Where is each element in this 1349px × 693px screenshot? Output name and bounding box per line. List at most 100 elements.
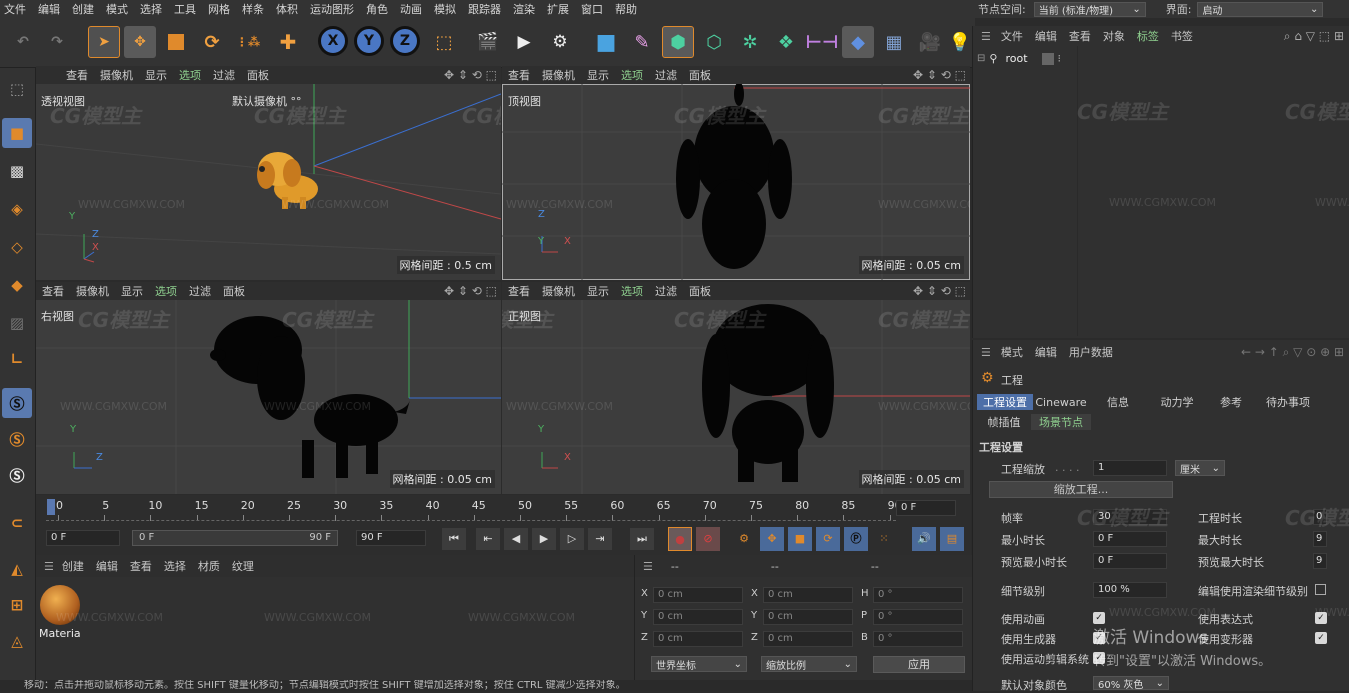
transform-icon[interactable]: ✚: [272, 26, 304, 58]
vp-menu-view[interactable]: 查看: [502, 67, 536, 83]
size-field[interactable]: 0 cm: [763, 587, 853, 603]
preview-max-field[interactable]: 9: [1313, 553, 1327, 569]
vp-menu-view[interactable]: 查看: [502, 283, 536, 299]
axis-z-button[interactable]: Z: [390, 26, 420, 56]
start-frame-field[interactable]: 0 F: [46, 530, 120, 546]
points-mode-icon[interactable]: ◈: [2, 194, 32, 224]
interface-select[interactable]: 启动 ⌄: [1197, 1, 1324, 17]
vp-menu-panel[interactable]: 面板: [241, 67, 275, 83]
redo-icon[interactable]: ↷: [40, 26, 74, 58]
mat-menu-create[interactable]: 创建: [62, 558, 84, 574]
end-frame-field[interactable]: 90 F: [356, 530, 426, 546]
project-scale-field[interactable]: 1: [1093, 460, 1167, 476]
workplane-icon[interactable]: ◭: [2, 554, 32, 584]
position-field[interactable]: 0 cm: [653, 631, 743, 647]
menu-item[interactable]: 扩展: [541, 1, 575, 17]
scale-unit-select[interactable]: 厘米 ⌄: [1175, 460, 1225, 476]
current-frame-field[interactable]: 0 F: [896, 500, 956, 516]
key-move-icon[interactable]: ✥: [760, 527, 784, 551]
key-pla-icon[interactable]: ⁙: [872, 527, 896, 551]
menu-item[interactable]: 网格: [202, 1, 236, 17]
viewport-nav-icons[interactable]: ✥ ⇕ ⟲ ⬚: [444, 284, 497, 298]
lock-workplane-icon[interactable]: ⊞: [2, 590, 32, 620]
tab-info[interactable]: 信息: [1093, 394, 1143, 410]
tab-frame-interpolation[interactable]: 帧插值: [981, 414, 1027, 430]
hamburger-icon[interactable]: ☰: [643, 560, 653, 573]
camera-icon[interactable]: 🎥: [914, 26, 946, 58]
record-icon[interactable]: ●: [668, 527, 692, 551]
next-key-icon[interactable]: ⇥: [588, 528, 612, 550]
vp-menu-display[interactable]: 显示: [139, 67, 173, 83]
array-icon[interactable]: ❖: [770, 26, 802, 58]
undo-icon[interactable]: ↶: [6, 26, 40, 58]
attr-menu-userdata[interactable]: 用户数据: [1069, 344, 1113, 360]
polygons-mode-icon[interactable]: ◆: [2, 270, 32, 300]
size-field[interactable]: 0 cm: [763, 609, 853, 625]
planar-workplane-icon[interactable]: ◬: [2, 626, 32, 656]
size-field[interactable]: 0 cm: [763, 631, 853, 647]
obj-menu-view[interactable]: 查看: [1069, 28, 1091, 44]
vp-menu-camera[interactable]: 摄像机: [536, 67, 581, 83]
tab-cineware[interactable]: Cineware: [1035, 394, 1087, 410]
render-settings-icon[interactable]: ⚙: [544, 26, 576, 58]
vp-menu-display[interactable]: 显示: [115, 283, 149, 299]
obj-menu-object[interactable]: 对象: [1103, 28, 1125, 44]
lod-field[interactable]: 100 %: [1093, 582, 1167, 598]
mat-menu-select[interactable]: 选择: [164, 558, 186, 574]
scale-project-button[interactable]: 缩放工程...: [989, 481, 1173, 498]
make-editable-icon[interactable]: ⬚: [2, 74, 32, 104]
menu-item[interactable]: 文件: [0, 1, 32, 17]
obj-menu-bookmarks[interactable]: 书签: [1171, 28, 1193, 44]
snap-s2-icon[interactable]: Ⓢ: [2, 424, 32, 454]
viewport-nav-icons[interactable]: ✥ ⇕ ⟲ ⬚: [444, 68, 497, 82]
vp-menu-options[interactable]: 选项: [173, 67, 207, 83]
move-icon[interactable]: ✥: [124, 26, 156, 58]
vp-menu-view[interactable]: 查看: [36, 67, 94, 83]
obj-menu-file[interactable]: 文件: [1001, 28, 1023, 44]
attr-menu-mode[interactable]: 模式: [1001, 344, 1023, 360]
vp-menu-panel[interactable]: 面板: [683, 283, 717, 299]
vp-menu-panel[interactable]: 面板: [217, 283, 251, 299]
expand-icon[interactable]: ⊟: [977, 53, 985, 64]
menu-item[interactable]: 选择: [134, 1, 168, 17]
scale-icon[interactable]: [160, 26, 192, 58]
floor-icon[interactable]: ▦: [878, 26, 910, 58]
vp-menu-options[interactable]: 选项: [615, 67, 649, 83]
hamburger-icon[interactable]: ☰: [44, 560, 54, 573]
mat-menu-edit[interactable]: 编辑: [96, 558, 118, 574]
hamburger-icon[interactable]: ☰: [981, 346, 991, 359]
tab-todo[interactable]: 待办事项: [1255, 394, 1321, 410]
menu-item[interactable]: 体积: [270, 1, 304, 17]
timeline-playhead[interactable]: [47, 499, 55, 515]
render-picture-icon[interactable]: ▶: [508, 26, 540, 58]
render-view-icon[interactable]: 🎬: [472, 26, 504, 58]
vp-menu-view[interactable]: 查看: [36, 283, 70, 299]
select-cursor-icon[interactable]: ➤: [88, 26, 120, 58]
menu-item[interactable]: 样条: [236, 1, 270, 17]
cloner-icon[interactable]: ✲: [734, 26, 766, 58]
snap-s1-icon[interactable]: Ⓢ: [2, 388, 32, 418]
menu-item[interactable]: 跟踪器: [462, 1, 507, 17]
key-scale-icon[interactable]: ■: [788, 527, 812, 551]
pen-icon[interactable]: ✎: [626, 26, 658, 58]
tab-reference[interactable]: 参考: [1209, 394, 1253, 410]
menu-item[interactable]: 模式: [100, 1, 134, 17]
key-rotate-icon[interactable]: ⟳: [816, 527, 840, 551]
menu-item[interactable]: 工具: [168, 1, 202, 17]
menu-item[interactable]: 帮助: [609, 1, 643, 17]
viewport-front[interactable]: 查看 摄像机 显示 选项 过滤 面板 ✥ ⇕ ⟲ ⬚ 正视图 Y X 网格间距 …: [502, 282, 970, 494]
timeline-menu-icon[interactable]: ▤: [940, 527, 964, 551]
world-coords-select[interactable]: 世界坐标 ⌄: [651, 656, 747, 672]
tab-scene-nodes[interactable]: 场景节点: [1031, 414, 1091, 430]
viewport-nav-icons[interactable]: ✥ ⇕ ⟲ ⬚: [913, 284, 966, 298]
rotation-field[interactable]: 0 °: [873, 631, 963, 647]
visibility-icon[interactable]: [1041, 52, 1054, 65]
scale-select[interactable]: 缩放比例 ⌄: [761, 656, 857, 672]
field-icon[interactable]: ◆: [842, 26, 874, 58]
attr-menu-edit[interactable]: 编辑: [1035, 344, 1057, 360]
rotate-icon[interactable]: ⟳: [196, 26, 228, 58]
hamburger-icon[interactable]: ☰: [981, 30, 991, 43]
deformer-icon[interactable]: ⊢⊣: [806, 26, 839, 58]
vp-menu-display[interactable]: 显示: [581, 67, 615, 83]
menu-item[interactable]: 编辑: [32, 1, 66, 17]
